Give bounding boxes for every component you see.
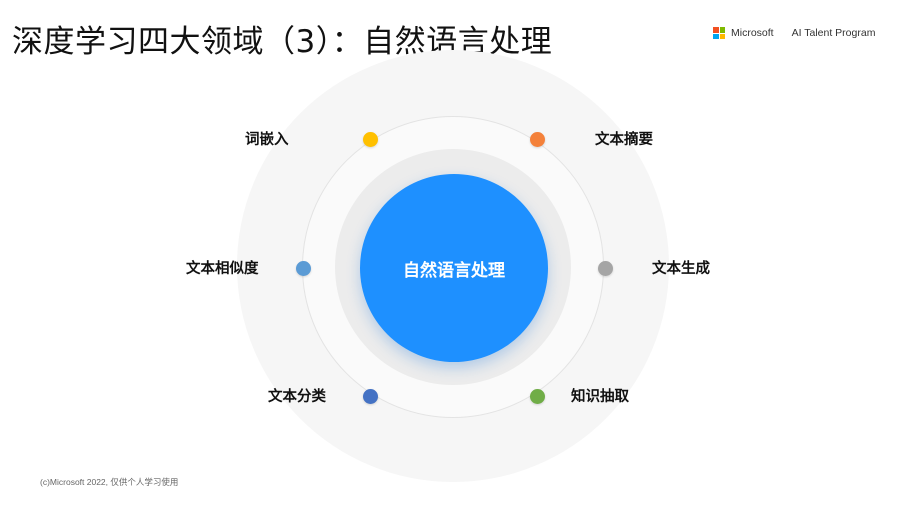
node-label-text-classification: 文本分类 — [268, 389, 326, 405]
nlp-diagram: 自然语言处理 词嵌入 文本摘要 文本相似度 文本生成 文本分类 知识抽取 — [0, 0, 900, 506]
copyright-footer: (c)Microsoft 2022, 仅供个人学习使用 — [40, 477, 179, 487]
node-label-text-generation: 文本生成 — [652, 261, 710, 277]
node-dot-text-similarity — [296, 261, 311, 276]
node-dot-text-summarization — [530, 132, 545, 147]
node-label-word-embedding: 词嵌入 — [245, 132, 289, 148]
node-label-text-similarity: 文本相似度 — [186, 261, 259, 277]
center-label: 自然语言处理 — [403, 260, 505, 281]
node-dot-word-embedding — [363, 132, 378, 147]
center-circle: 自然语言处理 — [360, 174, 548, 362]
node-dot-text-generation — [598, 261, 613, 276]
node-label-text-summarization: 文本摘要 — [595, 132, 653, 148]
node-dot-text-classification — [363, 389, 378, 404]
node-dot-knowledge-extraction — [530, 389, 545, 404]
node-label-knowledge-extraction: 知识抽取 — [571, 389, 629, 405]
